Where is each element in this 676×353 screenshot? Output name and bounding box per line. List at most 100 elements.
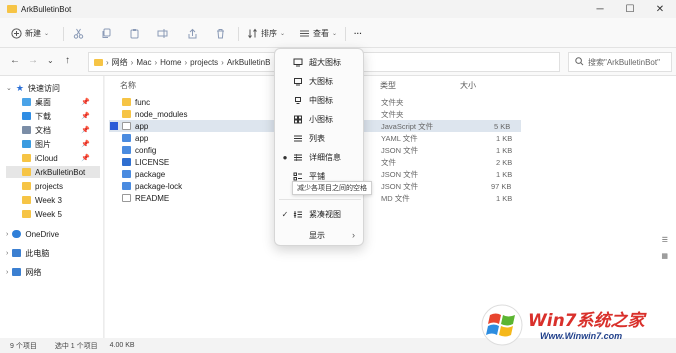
menu-item-large-icons[interactable]: 大图标	[279, 72, 361, 90]
sidebar-item-week5[interactable]: Week 5	[22, 208, 100, 220]
details-icon	[291, 153, 305, 162]
sidebar-item-downloads[interactable]: 下载 📌	[22, 110, 100, 122]
check-icon: ✓	[281, 209, 289, 219]
selection-size: 4.00 KB	[109, 342, 135, 349]
breadcrumb-current[interactable]: ArkBulletinB	[227, 58, 271, 67]
command-bar: 新建 ⌄ 排序 ⌄ 查看 ⌄ ···	[0, 18, 676, 48]
copy-icon	[100, 27, 112, 39]
grid-icon	[291, 115, 305, 124]
menu-item-small-icons[interactable]: 小图标	[279, 110, 361, 128]
menu-item-list[interactable]: 列表	[279, 129, 361, 147]
more-button[interactable]: ···	[354, 24, 362, 42]
column-header-type[interactable]: 类型	[380, 80, 396, 91]
folder-icon	[22, 168, 31, 176]
back-icon[interactable]: ←	[10, 55, 20, 66]
download-icon	[22, 112, 31, 120]
tiles-icon	[291, 172, 305, 181]
watermark-brand: Win7系统之家	[528, 311, 645, 331]
file-icon	[122, 194, 131, 202]
monitor-icon	[291, 77, 305, 86]
chevron-down-icon: ⌄	[332, 30, 338, 37]
scissors-icon	[72, 27, 84, 39]
copy-button[interactable]	[100, 24, 112, 42]
sidebar-item-network[interactable]: › 网络	[6, 266, 100, 278]
delete-button[interactable]	[214, 24, 226, 42]
sort-icon	[246, 27, 258, 39]
new-label: 新建	[25, 28, 41, 38]
folder-icon	[94, 58, 103, 66]
list-icon	[291, 134, 305, 143]
pictures-icon	[22, 140, 31, 148]
menu-item-extra-large-icons[interactable]: 超大图标	[279, 53, 361, 71]
document-icon	[22, 126, 31, 134]
maximize-button[interactable]: ☐	[615, 0, 645, 18]
menu-item-show[interactable]: 显示 ›	[279, 226, 361, 244]
plus-circle-icon	[10, 27, 22, 39]
breadcrumb-projects[interactable]: projects	[190, 58, 218, 67]
radio-dot-icon: ●	[282, 152, 288, 162]
breadcrumb-mac[interactable]: Mac	[136, 58, 151, 67]
cut-button[interactable]	[72, 24, 84, 42]
chevron-right-icon: ›	[6, 249, 9, 257]
folder-icon	[122, 98, 131, 106]
sidebar-item-documents[interactable]: 文档 📌	[22, 124, 100, 136]
folder-icon	[7, 5, 17, 13]
view-button[interactable]: 查看 ⌄	[298, 24, 337, 42]
title-bar: ArkBulletinBot ─ ☐ ✕	[0, 0, 676, 18]
monitor-icon	[291, 58, 305, 67]
windows-logo-icon	[481, 304, 523, 346]
pin-icon: 📌	[81, 99, 90, 106]
js-file-icon	[122, 122, 131, 130]
chevron-down-icon: ⌄	[6, 85, 12, 92]
breadcrumb-home[interactable]: Home	[160, 58, 181, 67]
trash-icon	[214, 27, 226, 39]
up-icon[interactable]: ↑	[65, 55, 70, 66]
menu-item-medium-icons[interactable]: 中图标	[279, 91, 361, 109]
json-file-icon	[122, 170, 131, 178]
sidebar-item-onedrive[interactable]: › OneDrive	[6, 228, 100, 240]
view-label: 查看	[313, 28, 329, 38]
column-header-name[interactable]: 名称	[120, 80, 136, 91]
sidebar-item-arkbulletinbot[interactable]: ArkBulletinBot	[6, 166, 100, 178]
new-button[interactable]: 新建 ⌄	[10, 24, 49, 42]
watermark: Win7系统之家 Www.Winwin7.com	[478, 300, 674, 350]
search-icon	[575, 56, 584, 68]
sidebar-item-icloud[interactable]: iCloud 📌	[22, 152, 100, 164]
checkbox[interactable]	[110, 122, 118, 130]
rename-button[interactable]	[156, 24, 168, 42]
column-header-size[interactable]: 大小	[460, 80, 476, 91]
share-button[interactable]	[186, 24, 198, 42]
sidebar-item-desktop[interactable]: 桌面 📌	[22, 96, 100, 108]
json-file-icon	[122, 182, 131, 190]
sort-button[interactable]: 排序 ⌄	[246, 24, 285, 42]
chevron-down-icon[interactable]: ⌄	[47, 56, 54, 65]
chevron-right-icon: ›	[6, 268, 9, 276]
minimize-button[interactable]: ─	[585, 0, 615, 18]
json-file-icon	[122, 146, 131, 154]
monitor-small-icon	[291, 96, 305, 105]
search-box[interactable]: 搜索"ArkBulletinBot"	[568, 52, 672, 72]
file-list: 名称 类型 大小 func 文件夹 node_modules 文件夹 app J…	[105, 76, 676, 338]
sidebar-item-this-pc[interactable]: › 此电脑	[6, 247, 100, 259]
breadcrumb-network[interactable]: 网络	[112, 57, 128, 68]
sidebar-item-quick-access[interactable]: ⌄ ★ 快速访问	[6, 82, 100, 94]
chevron-right-icon: ›	[6, 230, 9, 238]
paste-button[interactable]	[128, 24, 140, 42]
details-view-icon[interactable]: ▦	[661, 252, 668, 260]
close-button[interactable]: ✕	[645, 0, 675, 18]
pin-icon: 📌	[81, 155, 90, 162]
menu-item-compact-view[interactable]: ✓ 紧凑视图	[279, 205, 361, 223]
sidebar-item-pictures[interactable]: 图片 📌	[22, 138, 100, 150]
sidebar-item-projects[interactable]: projects	[22, 180, 100, 192]
sort-label: 排序	[261, 28, 277, 38]
sidebar-item-week3[interactable]: Week 3	[22, 194, 100, 206]
navigation-pane: ⌄ ★ 快速访问 桌面 📌 下载 📌 文档 📌 图片 📌 iCloud 📌 Ar…	[0, 76, 104, 338]
chevron-down-icon: ⌄	[280, 30, 286, 37]
pin-icon: 📌	[81, 113, 90, 120]
forward-icon[interactable]: →	[28, 55, 38, 66]
desktop-icon	[22, 98, 31, 106]
menu-item-details[interactable]: ● 详细信息	[279, 148, 361, 166]
list-view-icon[interactable]: ☰	[662, 236, 668, 244]
file-icon	[122, 158, 131, 166]
selection-count: 选中 1 个项目	[54, 342, 98, 350]
